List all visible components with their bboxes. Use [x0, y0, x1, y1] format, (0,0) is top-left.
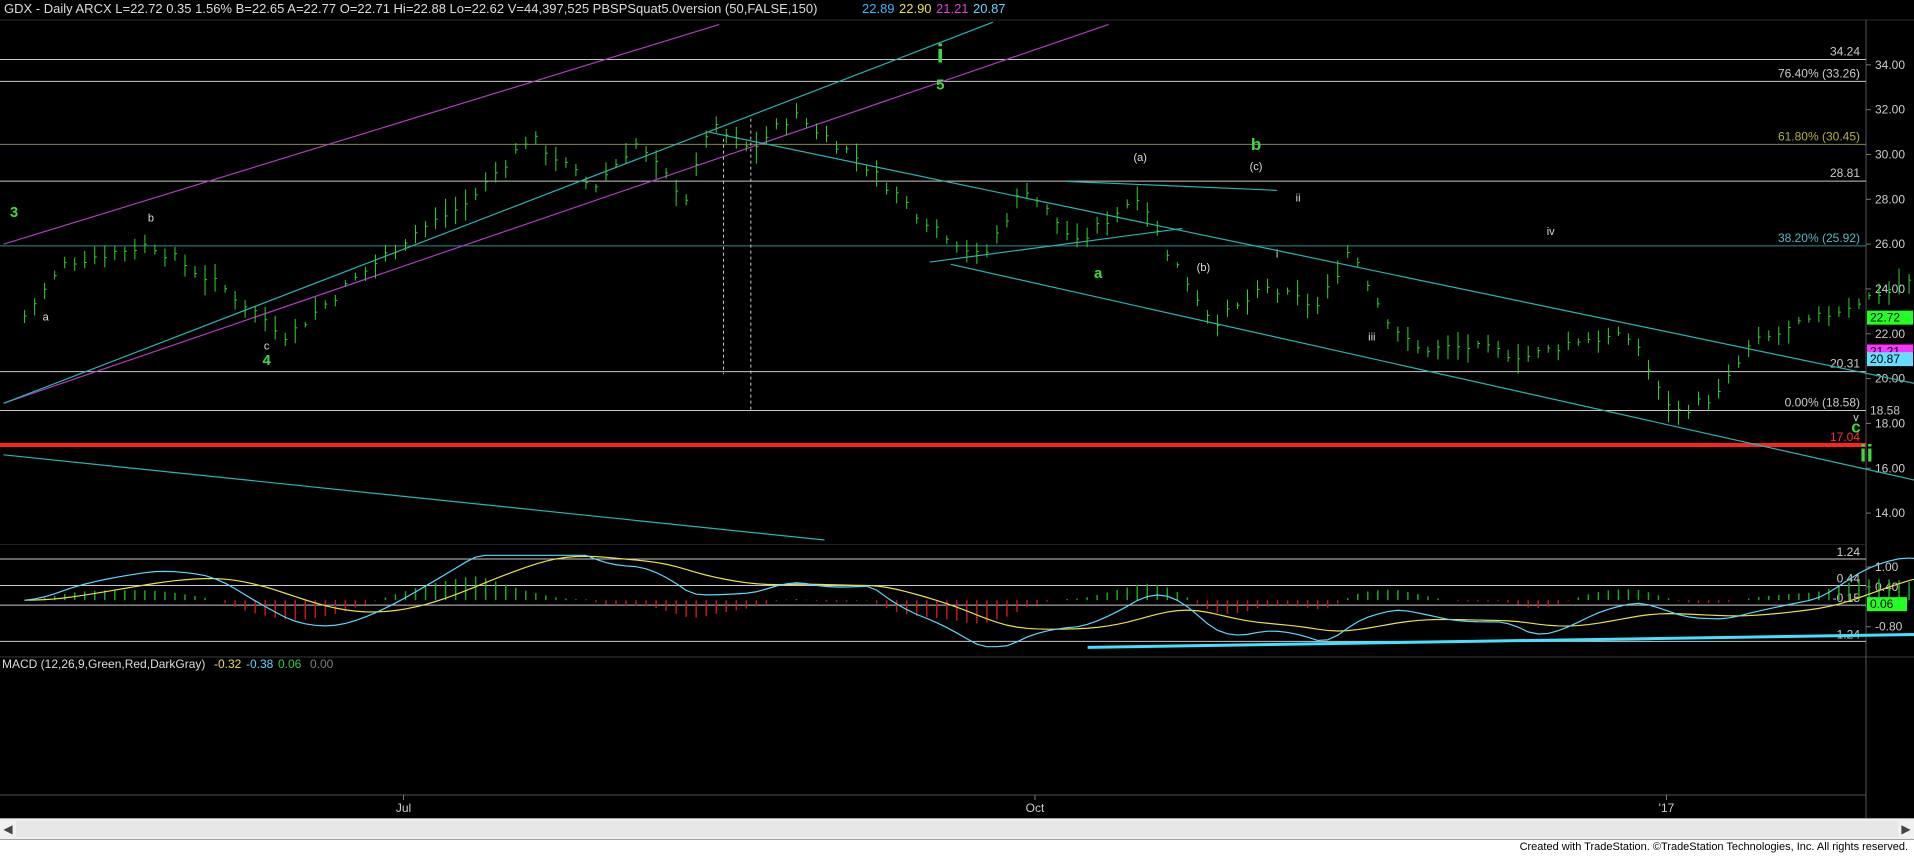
price-level-label: 28.81 [1830, 166, 1860, 180]
time-axis-label: Oct [1026, 801, 1045, 815]
wave-label: ii [1860, 441, 1873, 468]
macd-header-value: 0.00 [310, 657, 334, 671]
upper-magenta-channel [3, 23, 720, 245]
price-axis-tick-label: 18.00 [1875, 416, 1905, 430]
price-level-label: 0.00% (18.58) [1785, 395, 1860, 409]
copyright-text: Created with TradeStation. ©TradeStation… [1519, 841, 1908, 853]
time-axis-label: '17 [1659, 801, 1675, 815]
wave-label: c [264, 340, 270, 352]
wave-label: i [937, 39, 944, 69]
price-axis-tick-label: 30.00 [1875, 147, 1905, 161]
wave-label: a [1094, 265, 1103, 282]
macd-signal-line [24, 555, 1914, 632]
wave-label: i [1276, 249, 1278, 261]
time-axis-label: Jul [396, 801, 411, 815]
price-axis-tick-label: 26.00 [1875, 237, 1905, 251]
macd-axis-tick-label: -0.80 [1875, 620, 1903, 634]
price-axis-tick-label: 22.00 [1875, 327, 1905, 341]
price-axis-tick-label: 14.00 [1875, 506, 1905, 520]
price-axis-tick-label: 24.00 [1875, 282, 1905, 296]
lower-teal-line [3, 454, 825, 541]
macd-pane-border [0, 544, 1866, 545]
price-marker-label: 18.58 [1870, 403, 1900, 417]
wave-label: 3 [10, 204, 18, 221]
macd-header-values: -0.32 -0.38 0.06 0.00 [214, 657, 334, 671]
wave-label: b [148, 213, 154, 225]
price-level-label: 38.20% (25.92) [1778, 231, 1860, 245]
wave-label: v [1853, 412, 1859, 424]
macd-header-value: -0.32 [214, 657, 242, 671]
scroll-track[interactable] [16, 821, 1898, 837]
price-chart[interactable]: 34.0032.0030.0028.0026.0024.0022.0020.00… [0, 0, 1914, 856]
triangle-lower-line [929, 227, 1183, 263]
scroll-right-arrow-icon[interactable]: ▶ [1898, 819, 1914, 839]
price-axis-tick-label: 32.00 [1875, 103, 1905, 117]
header-indicator-value: 22.89 [862, 1, 895, 16]
header-indicator-value: 21.21 [936, 1, 969, 16]
price-axis-tick-label: 34.00 [1875, 58, 1905, 72]
macd-header-value: -0.38 [246, 657, 274, 671]
symbol-header: GDX - Daily ARCX L=22.72 0.35 1.56% B=22… [4, 1, 817, 16]
price-level-label: 76.40% (33.26) [1778, 66, 1860, 80]
wave-label: b [1251, 135, 1261, 154]
price-level-label: 61.80% (30.45) [1778, 129, 1860, 143]
price-level-label: 34.24 [1830, 44, 1860, 58]
macd-header-value: 0.06 [278, 657, 302, 671]
macd-pane: 1.000.40-0.20-0.801.240.44-0.15-1.240.06 [0, 544, 1914, 649]
downtrend-channel-lower [950, 263, 1914, 481]
wave-label: (b) [1197, 262, 1210, 274]
triangle-upper-line [1066, 180, 1278, 191]
wave-label: 4 [263, 352, 272, 369]
wave-label: (a) [1134, 152, 1147, 164]
price-marker-label: 20.87 [1870, 352, 1900, 366]
header-indicator-value: 20.87 [973, 1, 1006, 16]
downtrend-channel-upper [708, 131, 1914, 384]
time-scrollbar[interactable]: ◀ ▶ [0, 818, 1914, 840]
price-axis-tick-label: 28.00 [1875, 192, 1905, 206]
header-indicator-values: 22.89 22.90 21.21 20.87 [862, 1, 1006, 16]
wave-label: iv [1547, 226, 1555, 238]
wave-label: 5 [936, 76, 944, 93]
wave-label: iii [1368, 332, 1375, 344]
price-marker-label: 22.72 [1870, 311, 1900, 325]
macd-level-label: 1.24 [1837, 545, 1861, 559]
macd-support-trendline [1087, 633, 1914, 649]
header-indicator-value: 22.90 [899, 1, 932, 16]
wave-label: ii [1296, 193, 1301, 205]
wave-label: a [43, 311, 50, 323]
price-axis-tick-label: 16.00 [1875, 461, 1905, 475]
main-price-pane: 34.0032.0030.0028.0026.0024.0022.0020.00… [0, 19, 1914, 818]
wave-label: (c) [1250, 161, 1263, 173]
macd-current-marker-label: 0.06 [1870, 597, 1894, 611]
macd-header: MACD (12,26,9,Green,Red,DarkGray) [2, 657, 205, 671]
footer-bar: Created with TradeStation. ©TradeStation… [0, 840, 1914, 856]
scroll-left-arrow-icon[interactable]: ◀ [0, 819, 16, 839]
